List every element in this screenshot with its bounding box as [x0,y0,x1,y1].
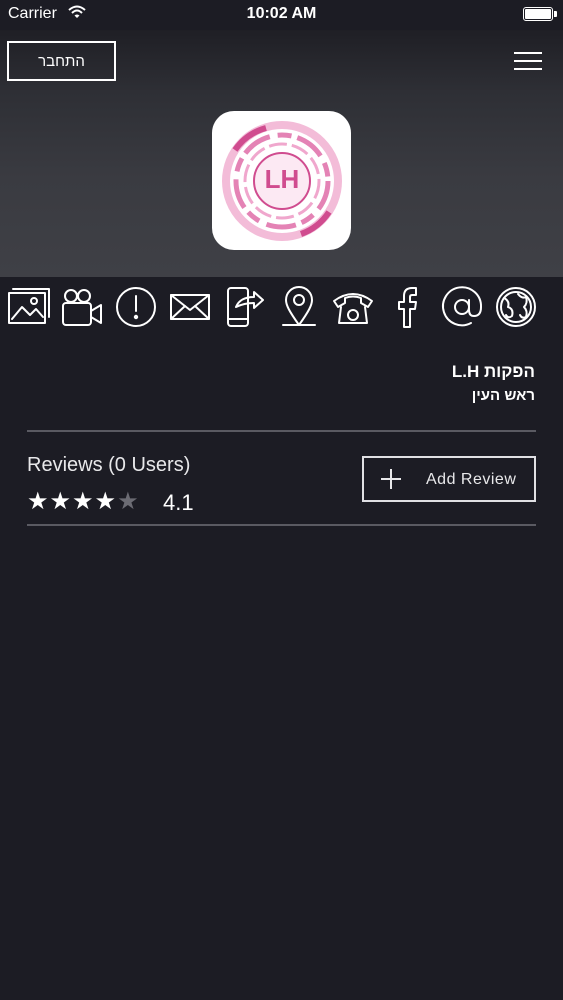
header: התחבר LH [0,30,563,277]
star-icon: ★ [72,488,95,515]
rating-value: 4.1 [163,490,194,515]
battery-tip [554,11,557,17]
mail-icon[interactable] [167,284,213,330]
add-review-button[interactable]: Add Review [362,456,536,502]
status-time: 10:02 AM [246,5,317,22]
divider-bottom [27,524,536,526]
reviews-title: Reviews (0 Users) [27,454,191,476]
business-logo: LH [212,111,351,250]
star-icon: ★ [27,488,50,515]
gallery-icon[interactable] [5,284,51,330]
star-icon: ★ [94,488,118,515]
divider-top [27,430,536,432]
hamburger-menu-icon[interactable] [514,52,542,72]
video-icon[interactable] [59,284,105,330]
telephone-icon[interactable] [330,284,376,330]
add-review-label: Add Review [426,471,517,488]
battery-level [525,9,551,19]
facebook-icon[interactable] [384,284,430,330]
business-city: ראש העין [471,387,535,404]
star-icon: ★ [49,488,73,515]
logo-badge-icon: LH [221,120,342,241]
globe-icon[interactable] [493,284,539,330]
location-pin-icon[interactable] [276,284,322,330]
login-button[interactable]: התחבר [7,41,116,81]
share-phone-icon[interactable] [221,284,267,330]
business-name: הפקות L.H [451,362,535,381]
plus-icon [381,469,401,489]
star-rating: ★★★★★ [27,489,140,515]
star-empty-icon: ★ [117,488,140,515]
logo-text: LH [264,164,299,194]
status-bar: Carrier 10:02 AM [0,0,563,30]
at-sign-icon[interactable] [439,284,485,330]
info-icon[interactable] [113,284,159,330]
battery-icon [523,7,553,21]
action-icon-bar [0,277,563,339]
